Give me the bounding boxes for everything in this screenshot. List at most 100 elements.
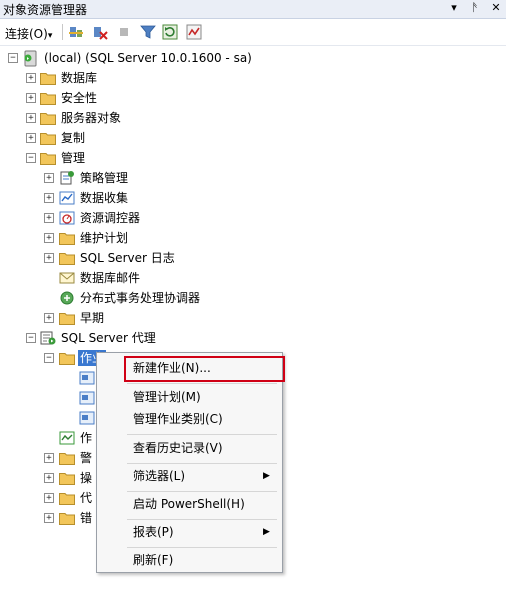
auto-hide-pin-button[interactable]: ᚫ: [468, 1, 482, 15]
menu-item-label: 筛选器(L): [133, 469, 186, 483]
tree-label: 早期: [80, 311, 105, 325]
close-panel-button[interactable]: ✕: [489, 1, 503, 15]
toolbar-divider: [62, 24, 63, 40]
expand-toggle[interactable]: +: [44, 473, 54, 483]
expand-toggle[interactable]: +: [44, 213, 54, 223]
resource-governor-icon: [59, 211, 75, 225]
collapse-toggle[interactable]: −: [44, 353, 54, 363]
tree-label: 维护计划: [80, 231, 129, 245]
menu-item-manage-schedules[interactable]: 管理计划(M): [97, 386, 282, 408]
expand-toggle[interactable]: +: [44, 193, 54, 203]
window-position-button[interactable]: ▾: [447, 1, 461, 15]
folder-icon: [59, 453, 75, 465]
expand-toggle[interactable]: +: [26, 73, 36, 83]
mail-icon: [59, 272, 75, 284]
tree-label: 管理: [61, 151, 86, 165]
tree-label: (local) (SQL Server 10.0.1600 - sa): [44, 51, 252, 65]
folder-icon: [40, 133, 56, 145]
collapse-toggle[interactable]: −: [8, 53, 18, 63]
disconnect-icon[interactable]: [92, 24, 108, 40]
folder-icon: [59, 233, 75, 245]
folder-icon: [59, 493, 75, 505]
policy-icon: [60, 171, 74, 185]
panel-titlebar: 对象资源管理器 ▾ ᚫ ✕: [0, 0, 506, 19]
menu-item-refresh[interactable]: 刷新(F): [97, 549, 282, 571]
tree-label: 资源调控器: [80, 211, 141, 225]
tree-label: 分布式事务处理协调器: [80, 291, 201, 305]
context-menu: 新建作业(N)... 管理计划(M) 管理作业类别(C) 查看历史记录(V) 筛…: [96, 352, 283, 573]
server-icon: [24, 50, 37, 67]
tree-label: 警: [80, 451, 93, 465]
job-icon: [79, 371, 95, 385]
expand-toggle[interactable]: +: [44, 233, 54, 243]
expand-toggle[interactable]: +: [44, 453, 54, 463]
tree-label: 操: [80, 471, 93, 485]
menu-item-reports[interactable]: 报表(P) ▶: [97, 521, 282, 543]
menu-item-label: 管理计划(M): [133, 390, 201, 404]
menu-item-label: 刷新(F): [133, 553, 174, 567]
chevron-down-icon: ▾: [47, 31, 53, 41]
job-icon: [79, 391, 95, 405]
tree-label: 代: [80, 491, 93, 505]
menu-divider: [127, 519, 277, 520]
tree-label: 策略管理: [80, 171, 129, 185]
menu-item-filter[interactable]: 筛选器(L) ▶: [97, 465, 282, 487]
submenu-arrow-icon: ▶: [263, 527, 270, 537]
menu-item-label: 管理作业类别(C): [133, 412, 223, 426]
expand-toggle[interactable]: +: [44, 253, 54, 263]
tree-label: 数据库邮件: [80, 271, 141, 285]
tree-label: 错: [80, 511, 93, 525]
folder-icon: [40, 93, 56, 105]
expand-toggle[interactable]: +: [26, 133, 36, 143]
menu-divider: [127, 547, 277, 548]
expand-toggle[interactable]: +: [44, 493, 54, 503]
tree-label: 作: [80, 431, 93, 445]
tree-label: 安全性: [61, 91, 98, 105]
tree-label: 数据收集: [80, 191, 129, 205]
expand-toggle[interactable]: +: [44, 313, 54, 323]
filter-icon[interactable]: [140, 24, 156, 40]
folder-icon: [59, 473, 75, 485]
activity-monitor-icon: [59, 431, 75, 445]
tree-label: SQL Server 日志: [80, 251, 175, 265]
tree-label: 复制: [61, 131, 86, 145]
folder-open-icon: [40, 153, 56, 165]
collapse-toggle[interactable]: −: [26, 153, 36, 163]
dtc-icon: [60, 291, 74, 305]
panel-title: 对象资源管理器: [3, 3, 88, 17]
folder-icon: [59, 253, 75, 265]
expand-toggle[interactable]: +: [26, 113, 36, 123]
tree-label: 数据库: [61, 71, 98, 85]
job-icon: [79, 411, 95, 425]
tree-label: 服务器对象: [61, 111, 122, 125]
menu-item-label: 报表(P): [133, 525, 174, 539]
folder-icon: [40, 113, 56, 125]
menu-item-start-powershell[interactable]: 启动 PowerShell(H): [97, 493, 282, 515]
menu-divider: [127, 434, 277, 435]
connect-server-icon[interactable]: [68, 24, 84, 40]
collapse-toggle[interactable]: −: [26, 333, 36, 343]
highlight-box: [124, 356, 285, 382]
expand-toggle[interactable]: +: [44, 513, 54, 523]
folder-icon: [40, 73, 56, 85]
menu-item-view-history[interactable]: 查看历史记录(V): [97, 437, 282, 459]
expand-toggle[interactable]: +: [26, 93, 36, 103]
menu-divider: [127, 463, 277, 464]
folder-icon: [59, 513, 75, 525]
menu-item-label: 启动 PowerShell(H): [133, 497, 245, 511]
menu-item-manage-categories[interactable]: 管理作业类别(C): [97, 408, 282, 430]
folder-open-icon: [59, 353, 75, 365]
agent-icon: [40, 331, 56, 345]
expand-toggle[interactable]: +: [44, 173, 54, 183]
connect-label: 连接(O): [5, 27, 48, 41]
stop-icon[interactable]: [116, 24, 132, 40]
menu-item-label: 查看历史记录(V): [133, 441, 223, 455]
menu-divider: [127, 491, 277, 492]
refresh-icon[interactable]: [162, 24, 178, 40]
activity-monitor-icon[interactable]: [186, 24, 202, 40]
tree-label: SQL Server 代理: [61, 331, 156, 345]
connect-button[interactable]: 连接(O)▾: [5, 25, 52, 42]
folder-icon: [59, 313, 75, 325]
chart-icon: [59, 191, 75, 205]
menu-divider: [127, 383, 277, 384]
